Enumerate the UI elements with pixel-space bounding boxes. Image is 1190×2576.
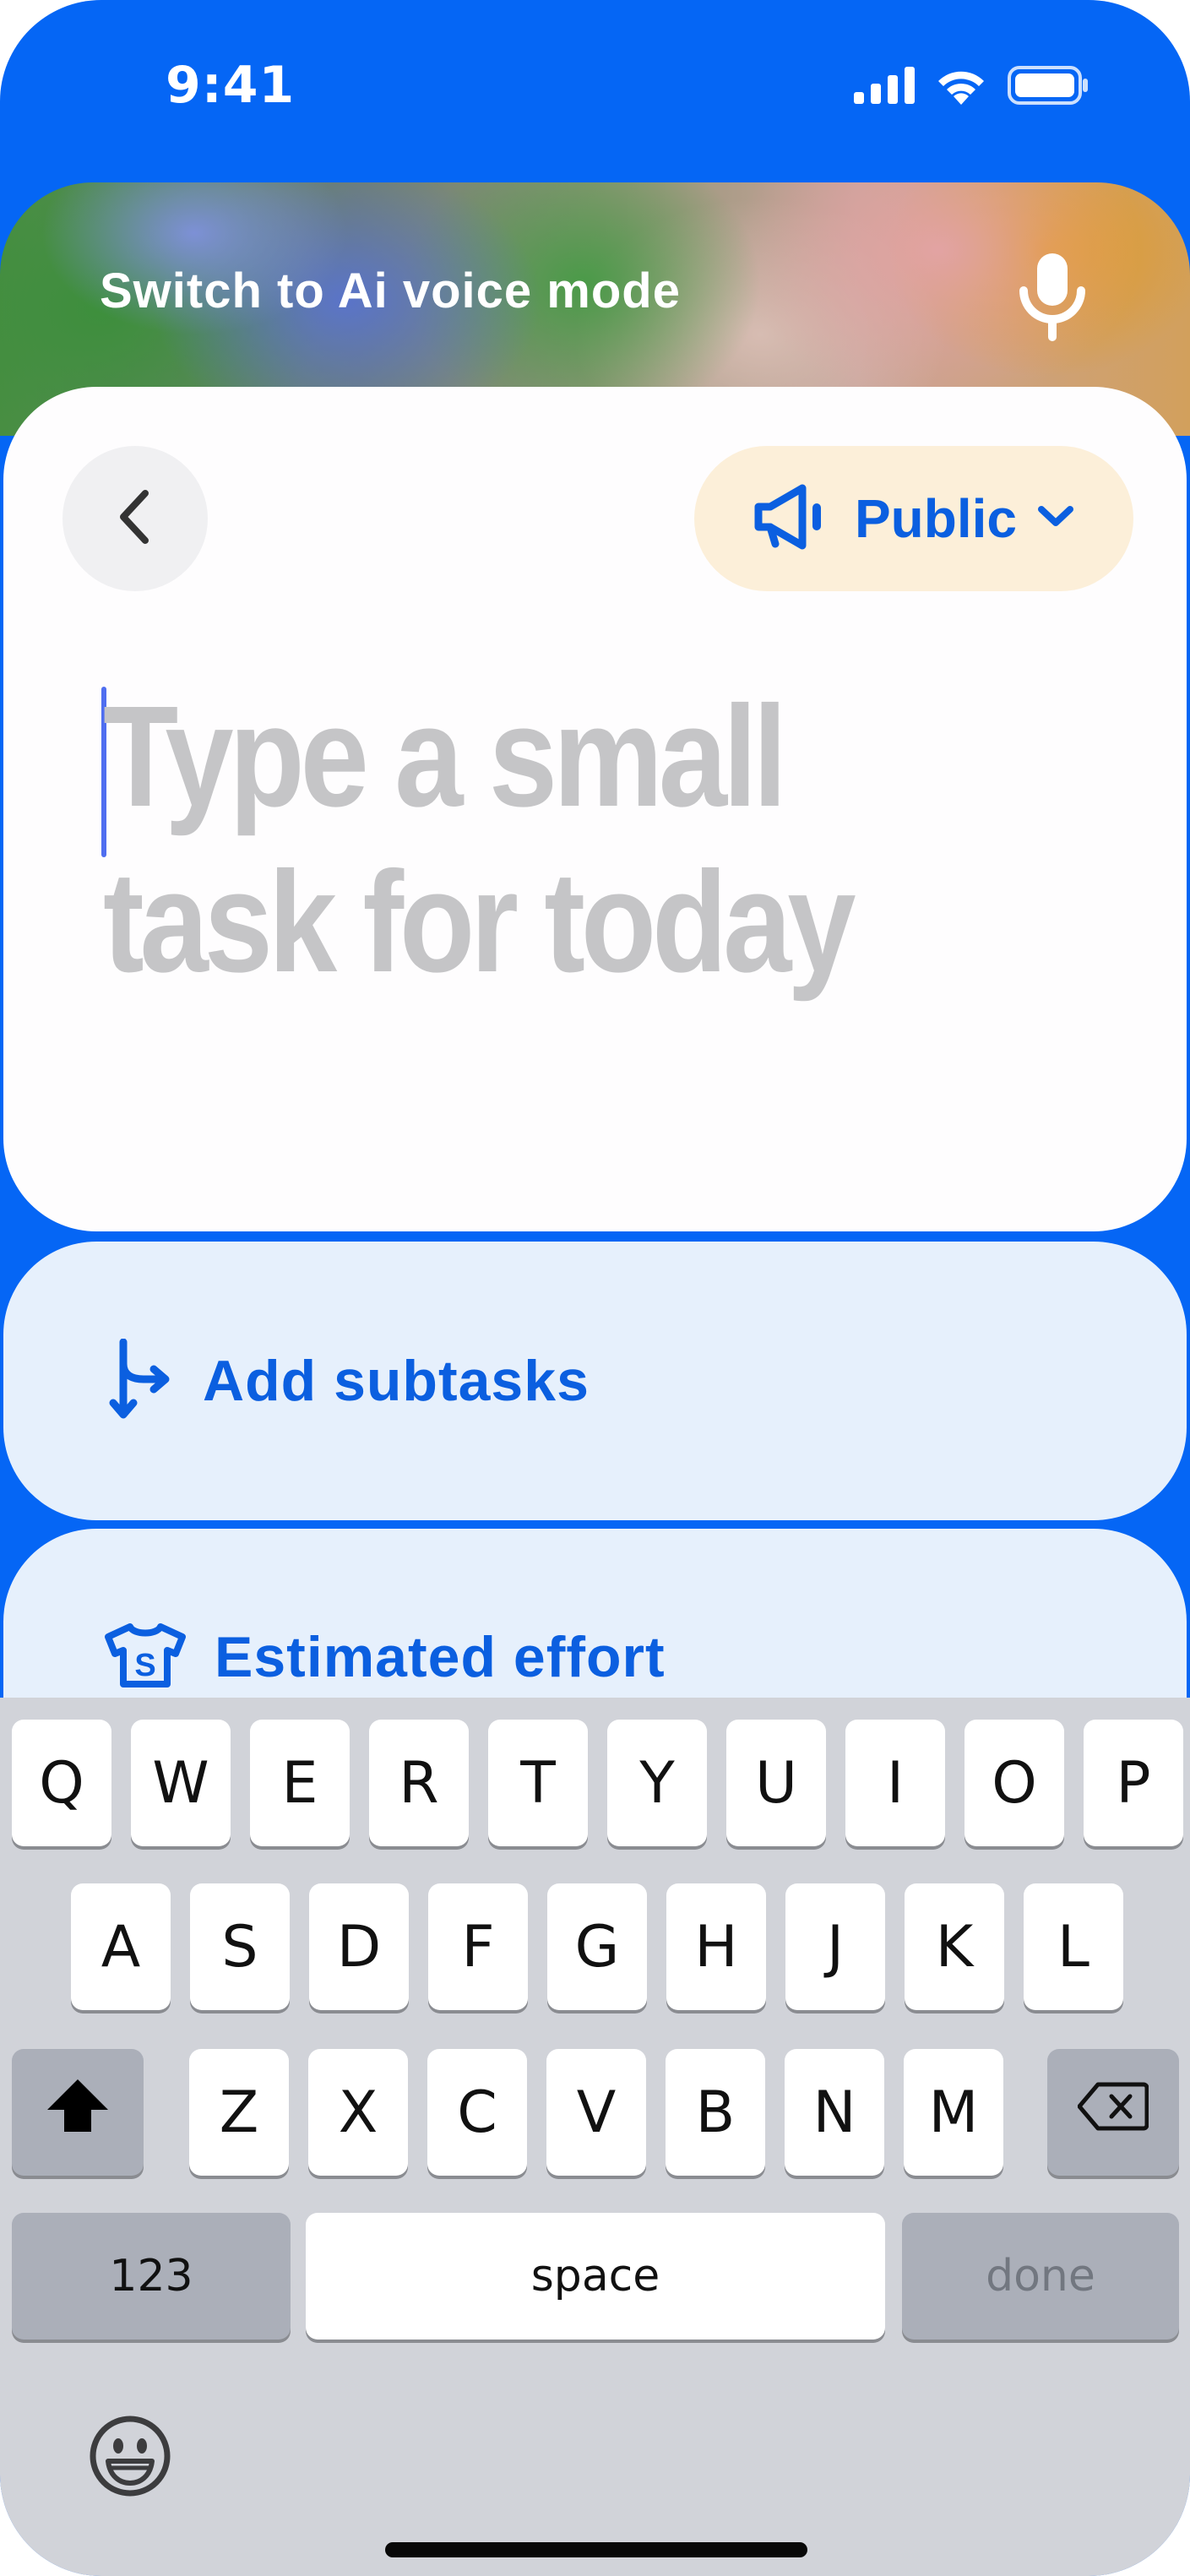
key-u[interactable]: U — [726, 1720, 826, 1846]
key-i[interactable]: I — [845, 1720, 945, 1846]
chevron-left-icon — [117, 488, 154, 549]
phone-screen: 9:41 Switch to Ai voice mode Public Type… — [0, 0, 1190, 2576]
cellular-signal-icon — [854, 67, 915, 107]
tshirt-size-letter: S — [134, 1648, 155, 1683]
space-key[interactable]: space — [306, 2213, 885, 2340]
shift-key[interactable] — [12, 2049, 144, 2176]
add-subtasks-label: Add subtasks — [203, 1349, 590, 1413]
key-p[interactable]: P — [1084, 1720, 1183, 1846]
key-z[interactable]: Z — [189, 2049, 289, 2176]
key-t[interactable]: T — [488, 1720, 588, 1846]
microphone-icon[interactable] — [1017, 253, 1088, 350]
status-icons — [854, 66, 1089, 108]
key-m[interactable]: M — [904, 2049, 1003, 2176]
estimated-effort-label: Estimated effort — [215, 1625, 666, 1689]
task-input-placeholder-line2: task for today — [103, 842, 856, 1003]
emoji-icon[interactable] — [88, 2414, 172, 2502]
add-subtasks-row: Add subtasks — [105, 1338, 590, 1423]
task-input-placeholder-line1: Type a small — [103, 677, 787, 837]
visibility-dropdown[interactable]: Public — [694, 446, 1133, 591]
split-arrows-icon — [105, 1338, 174, 1423]
add-subtasks-button[interactable]: Add subtasks — [3, 1242, 1187, 1520]
battery-icon — [1008, 66, 1089, 108]
megaphone-icon — [753, 483, 834, 554]
key-f[interactable]: F — [428, 1883, 528, 2010]
key-a[interactable]: A — [71, 1883, 171, 2010]
key-j[interactable]: J — [785, 1883, 885, 2010]
task-card: Public Type a small task for today — [3, 387, 1187, 1231]
wifi-icon — [935, 66, 987, 108]
key-x[interactable]: X — [308, 2049, 408, 2176]
key-h[interactable]: H — [666, 1883, 766, 2010]
numbers-key[interactable]: 123 — [12, 2213, 291, 2340]
key-b[interactable]: B — [666, 2049, 765, 2176]
task-input[interactable]: Type a small task for today — [103, 674, 960, 1005]
key-c[interactable]: C — [427, 2049, 527, 2176]
key-l[interactable]: L — [1024, 1883, 1123, 2010]
voice-mode-label: Switch to Ai voice mode — [100, 264, 681, 318]
key-r[interactable]: R — [369, 1720, 469, 1846]
key-n[interactable]: N — [785, 2049, 884, 2176]
delete-backspace-icon — [1077, 2079, 1149, 2146]
key-e[interactable]: E — [250, 1720, 350, 1846]
key-y[interactable]: Y — [607, 1720, 707, 1846]
status-time: 9:41 — [166, 56, 296, 115]
estimated-effort-row: S Estimated effort — [105, 1622, 666, 1693]
shift-icon — [44, 2076, 111, 2149]
key-s[interactable]: S — [190, 1883, 290, 2010]
key-d[interactable]: D — [309, 1883, 409, 2010]
chevron-down-icon — [1037, 504, 1074, 533]
home-indicator — [385, 2542, 807, 2557]
key-v[interactable]: V — [546, 2049, 646, 2176]
key-w[interactable]: W — [131, 1720, 231, 1846]
visibility-label: Public — [854, 488, 1018, 549]
back-button[interactable] — [62, 446, 208, 591]
key-q[interactable]: Q — [12, 1720, 111, 1846]
key-o[interactable]: O — [964, 1720, 1064, 1846]
keyboard: 123 space done QWERTYUIOP ASDFGHJKL ZXCVBN… — [0, 1698, 1190, 2576]
tshirt-size-icon: S — [105, 1622, 186, 1693]
done-key[interactable]: done — [902, 2213, 1179, 2340]
delete-key[interactable] — [1047, 2049, 1179, 2176]
key-k[interactable]: K — [905, 1883, 1004, 2010]
key-g[interactable]: G — [547, 1883, 647, 2010]
